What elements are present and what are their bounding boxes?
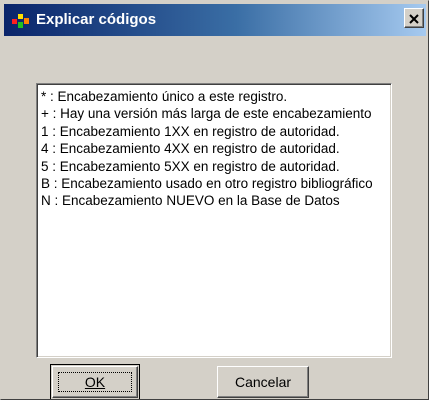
- ok-button[interactable]: OK: [52, 366, 138, 398]
- list-item-plus[interactable]: + : Hay una versión más larga de este en…: [41, 105, 373, 122]
- close-icon: [408, 12, 420, 24]
- list-item-1xx[interactable]: 1 : Encabezamiento 1XX en registro de au…: [41, 123, 373, 140]
- ok-button-label: OK: [84, 374, 106, 390]
- list-item-asterisk[interactable]: * : Encabezamiento único a este registro…: [41, 88, 373, 105]
- title-bar[interactable]: Explicar códigos: [4, 4, 426, 36]
- list-item-4xx[interactable]: 4 : Encabezamiento 4XX en registro de au…: [41, 140, 373, 157]
- codes-list: * : Encabezamiento único a este registro…: [41, 88, 373, 210]
- list-item-5xx[interactable]: 5 : Encabezamiento 5XX en registro de au…: [41, 158, 373, 175]
- explicar-codigos-dialog: Explicar códigos * : Encabezamiento únic…: [0, 0, 429, 400]
- list-item-b[interactable]: B : Encabezamiento usado en otro registr…: [41, 175, 373, 192]
- cancel-button-label: Cancelar: [234, 374, 292, 390]
- cancel-button[interactable]: Cancelar: [217, 366, 309, 398]
- close-button[interactable]: [404, 8, 424, 28]
- window-title: Explicar códigos: [36, 11, 157, 28]
- list-item-n[interactable]: N : Encabezamiento NUEVO en la Base de D…: [41, 192, 373, 209]
- codes-listbox[interactable]: * : Encabezamiento único a este registro…: [36, 83, 392, 358]
- app-icon: [12, 13, 30, 29]
